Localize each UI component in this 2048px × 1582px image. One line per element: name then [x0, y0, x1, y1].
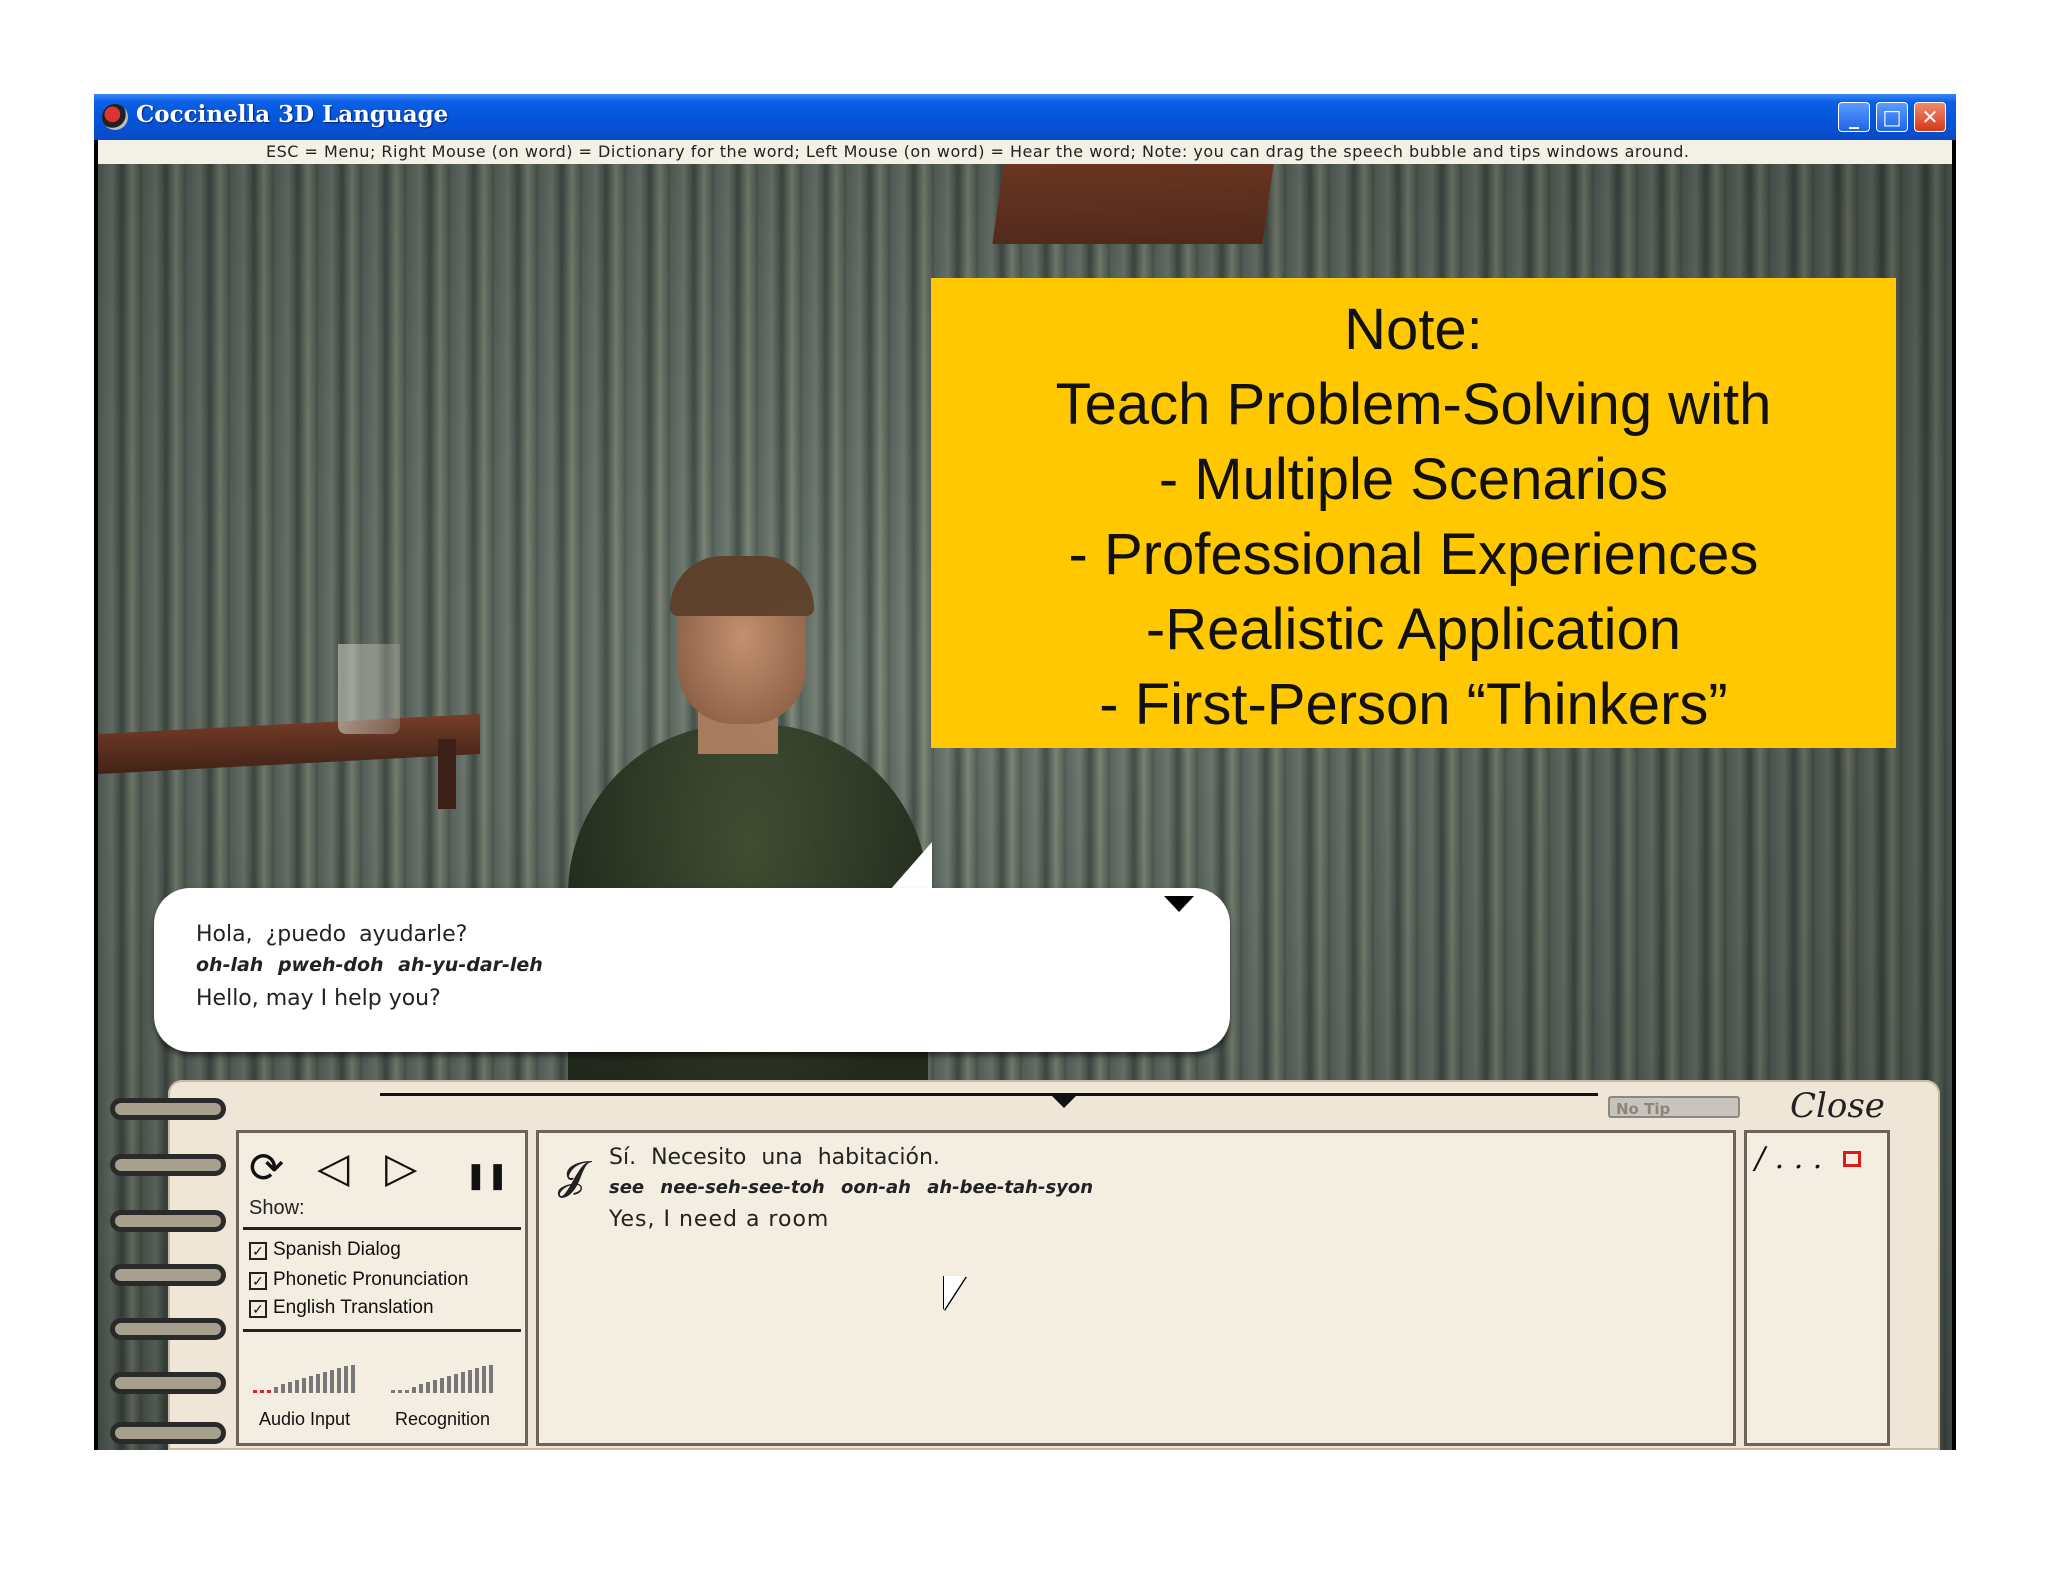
timeline-marker-icon[interactable]: [1050, 1094, 1078, 1108]
checkmark-icon[interactable]: ✓: [249, 1300, 267, 1318]
checkbox-label: Spanish Dialog: [273, 1239, 401, 1260]
player-english-text: Yes, I need a room: [609, 1207, 830, 1232]
audio-input-label: Audio Input: [259, 1409, 351, 1429]
close-window-button[interactable]: ✕: [1914, 102, 1946, 132]
wall-shelf-left: [98, 713, 480, 775]
note-line: - Multiple Scenarios: [1158, 447, 1669, 512]
audio-input-meter: [253, 1365, 355, 1393]
glass-on-shelf: [338, 644, 400, 734]
tips-panel[interactable]: / . . .: [1744, 1130, 1890, 1446]
shelf-bracket: [438, 739, 456, 809]
checkmark-icon[interactable]: ✓: [249, 1242, 267, 1260]
notebook-close-button[interactable]: Close: [1790, 1086, 1885, 1126]
bubble-phonetic-text: oh-lah pweh-doh ah-yu-dar-leh: [196, 954, 543, 976]
divider: [243, 1329, 521, 1332]
title-bar[interactable]: Coccinella 3D Language _ □ ✕: [94, 94, 1956, 140]
pause-icon[interactable]: ❚❚: [465, 1155, 509, 1197]
red-square-icon[interactable]: [1843, 1151, 1861, 1167]
window-title: Coccinella 3D Language: [136, 101, 449, 128]
collapse-arrow-icon[interactable]: [1164, 896, 1194, 912]
phonetic-pronunciation-checkbox[interactable]: ✓ Phonetic Pronunciation: [249, 1269, 468, 1291]
tips-text: / . . .: [1755, 1141, 1823, 1176]
note-line: -Realistic Application: [1145, 597, 1682, 662]
wall-shelf-top: [992, 164, 1274, 244]
note-line: Note:: [1344, 297, 1483, 362]
spiral-ring: [110, 1210, 226, 1232]
spiral-ring: [110, 1264, 226, 1286]
checkbox-label: English Translation: [273, 1297, 434, 1318]
ladybug-app-icon: [102, 104, 128, 130]
note-line: - Professional Experiences: [1068, 522, 1759, 587]
note-overlay: Note: Teach Problem-Solving with - Multi…: [931, 278, 1896, 748]
minimize-button[interactable]: _: [1838, 102, 1870, 132]
spiral-ring: [110, 1154, 226, 1176]
recognition-meter: [391, 1365, 493, 1393]
bubble-spanish-text[interactable]: Hola, ¿puedo ayudarle?: [196, 922, 467, 947]
recognition-label: Recognition: [395, 1409, 491, 1429]
player-dialog-panel: 𝓙 Sí. Necesito una habitación. see nee-s…: [536, 1130, 1736, 1446]
spiral-ring: [110, 1318, 226, 1340]
mouse-pointer-icon: [944, 1276, 966, 1310]
hint-bar: ESC = Menu; Right Mouse (on word) = Dict…: [98, 140, 1952, 164]
player-phonetic-text: see nee-seh-see-toh oon-ah ah-bee-tah-sy…: [609, 1177, 1094, 1198]
show-label: Show:: [249, 1197, 305, 1219]
back-icon[interactable]: ◁: [317, 1147, 349, 1189]
speech-bubble[interactable]: Hola, ¿puedo ayudarle? oh-lah pweh-doh a…: [154, 888, 1230, 1052]
bubble-english-text: Hello, may I help you?: [196, 986, 441, 1011]
note-line: Teach Problem-Solving with: [1055, 372, 1772, 437]
ear-icon[interactable]: 𝓙: [557, 1153, 585, 1199]
spiral-ring: [110, 1098, 226, 1120]
spiral-ring: [110, 1372, 226, 1394]
speech-bubble-tail: [890, 842, 932, 890]
playback-controls-panel: ⟳ ◁ ▷ ❚❚ Show: ✓ Spanish Dialog ✓ Phonetic…: [236, 1130, 528, 1446]
replay-icon[interactable]: ⟳: [249, 1147, 284, 1189]
maximize-button[interactable]: □: [1876, 102, 1908, 132]
checkmark-icon[interactable]: ✓: [249, 1272, 267, 1290]
dialog-timeline[interactable]: [380, 1093, 1598, 1096]
character-neck: [698, 684, 778, 754]
player-spanish-text[interactable]: Sí. Necesito una habitación.: [609, 1145, 940, 1170]
play-icon[interactable]: ▷: [385, 1147, 417, 1189]
divider: [243, 1227, 521, 1230]
spanish-dialog-checkbox[interactable]: ✓ Spanish Dialog: [249, 1239, 401, 1261]
spiral-ring: [110, 1422, 226, 1444]
character-head: [678, 564, 806, 724]
note-line: - First-Person “Thinkers”: [1099, 672, 1728, 737]
character-hair: [670, 556, 814, 616]
checkbox-label: Phonetic Pronunciation: [273, 1269, 469, 1290]
english-translation-checkbox[interactable]: ✓ English Translation: [249, 1297, 434, 1319]
no-tip-button[interactable]: No Tip: [1608, 1096, 1740, 1118]
